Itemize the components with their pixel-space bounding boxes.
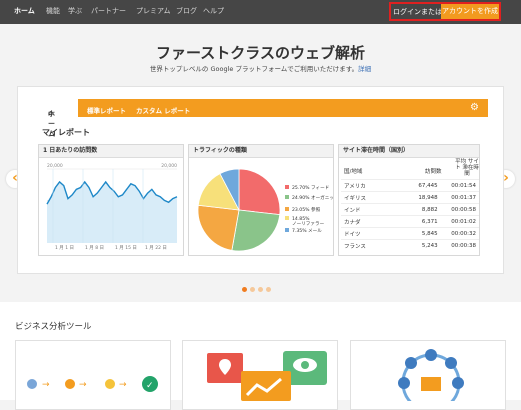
table-cell: フランス [341, 239, 409, 251]
dwell-table-header: 国/地域 訪問数 平均 サイト 滞在時間 [341, 159, 479, 179]
table-cell: 00:01:54 [440, 179, 479, 192]
audience-illustration [398, 349, 464, 410]
table-cell: 5,243 [409, 239, 441, 251]
visits-line-chart: 20,00020,00010,00010,0001 月 1 日1 月 8 日1 … [46, 163, 178, 251]
carousel-dot[interactable] [250, 287, 255, 292]
svg-text:→: → [42, 380, 50, 390]
table-cell: イギリス [341, 191, 409, 204]
dwell-table-body: アメリカ 67,445 00:01:54 イギリス 18,948 00:01:37 インド 8… [341, 179, 479, 251]
nav-partners[interactable]: パートナー [91, 6, 126, 16]
detail-link[interactable]: 詳細 [358, 65, 371, 73]
x-tick-label: 1 月 8 日 [85, 245, 104, 251]
table-cell: ドイツ [341, 227, 409, 240]
traffic-pie-chart: 25.70% フィード24.90% オーガニック23.05% 参照14.85% … [197, 168, 333, 252]
col-country: 国/地域 [344, 169, 363, 175]
legend-swatch [285, 228, 289, 232]
table-cell: 5,845 [409, 227, 441, 240]
pie-slice [238, 168, 281, 216]
traffic-panel: トラフィックの種類 25.70% フィード24.90% オーガニック23.05%… [188, 144, 334, 256]
legend-label: 25.70% フィード [292, 185, 329, 191]
ga-tab-custom[interactable]: カスタム レポート [136, 105, 190, 115]
table-cell: 67,445 [409, 179, 441, 192]
y-tick-label: 20,000 [47, 163, 63, 169]
legend-label: 7.35% メール [292, 228, 322, 234]
table-cell: 6,371 [409, 215, 441, 228]
nav-learn[interactable]: 学ぶ [68, 6, 82, 16]
login-link[interactable]: ログインまたは [393, 7, 442, 17]
dwell-panel: サイト滞在時間（国別） 国/地域 訪問数 平均 サイト 滞在時間 アメリカ 67,… [338, 144, 480, 256]
legend-label: ノーリファラー [292, 221, 325, 227]
carousel-dot[interactable] [258, 287, 263, 292]
table-cell: カナダ [341, 215, 409, 228]
carousel-dot[interactable] [242, 287, 247, 292]
x-tick-label: 1 月 15 日 [115, 245, 137, 251]
x-tick-label: 1 月 1 日 [55, 245, 74, 251]
table-cell: 18,948 [409, 191, 441, 204]
table-row: フランス 5,243 00:00:38 [341, 239, 479, 251]
table-cell: アメリカ [341, 179, 409, 192]
legend-swatch [285, 207, 289, 211]
table-row: イギリス 18,948 00:01:37 [341, 191, 479, 204]
svg-text:✓: ✓ [146, 381, 154, 391]
table-row: ドイツ 5,845 00:00:32 [341, 227, 479, 240]
svg-text:→: → [79, 380, 87, 390]
table-cell: 00:00:38 [440, 239, 479, 251]
y-tick-label: 20,000 [161, 163, 177, 169]
table-row: アメリカ 67,445 00:01:54 [341, 179, 479, 192]
nav-features[interactable]: 機能 [46, 6, 60, 16]
pie-slice [197, 204, 240, 251]
table-cell: 00:00:32 [440, 227, 479, 240]
nav-help[interactable]: ヘルプ [203, 6, 224, 16]
legend-label: 24.90% オーガニック [292, 194, 333, 201]
nav-premium[interactable]: プレミアム [136, 6, 171, 16]
col-avg-time: 平均 サイト 滞在時間 [455, 159, 479, 177]
ga-tab-home[interactable]: ⌂ ホーム [36, 99, 78, 138]
flow-illustration: → → → ✓ [27, 376, 158, 392]
hero-subtitle: 世界トップレベルの Google プラットフォームでご利用いただけます。詳細 [149, 65, 372, 73]
nav-blog[interactable]: ブログ [176, 6, 197, 16]
col-visits: 訪問数 [425, 169, 442, 175]
table-cell: 00:00:58 [440, 203, 479, 216]
nav-home[interactable]: ホーム [14, 6, 35, 16]
legend-swatch [285, 185, 289, 189]
carousel-dot[interactable] [266, 287, 271, 292]
table-row: インド 8,882 00:00:58 [341, 203, 479, 216]
table-cell: 00:01:02 [440, 215, 479, 228]
table-cell: 8,882 [409, 203, 441, 216]
gear-icon[interactable]: ⚙ [470, 102, 479, 113]
visits-panel: 1 日あたりの訪問数 20,00020,00010,00010,0001 月 1… [38, 144, 184, 256]
create-account-button[interactable]: アカウントを作成 [441, 4, 499, 19]
page-title: ファーストクラスのウェブ解析 [156, 44, 365, 62]
legend-label: 23.05% 参照 [292, 206, 321, 213]
x-tick-label: 1 月 22 日 [145, 245, 167, 251]
table-cell: インド [341, 203, 409, 216]
tools-heading: ビジネス分析ツール [15, 322, 92, 332]
dwell-panel-title: サイト滞在時間（国別） [339, 145, 479, 158]
legend-swatch [285, 195, 289, 199]
visits-area [47, 181, 177, 243]
insights-illustration [207, 351, 327, 401]
svg-text:→: → [119, 380, 127, 390]
dwell-table: 国/地域 訪問数 平均 サイト 滞在時間 アメリカ 67,445 00:01:54 イ… [341, 159, 479, 251]
my-report-heading: マイレポート [42, 128, 90, 137]
pie-slice [231, 209, 281, 252]
table-row: カナダ 6,371 00:01:02 [341, 215, 479, 228]
table-cell: 00:01:37 [440, 191, 479, 204]
legend-swatch [285, 216, 289, 220]
ga-tab-standard[interactable]: 標準レポート [87, 105, 126, 115]
